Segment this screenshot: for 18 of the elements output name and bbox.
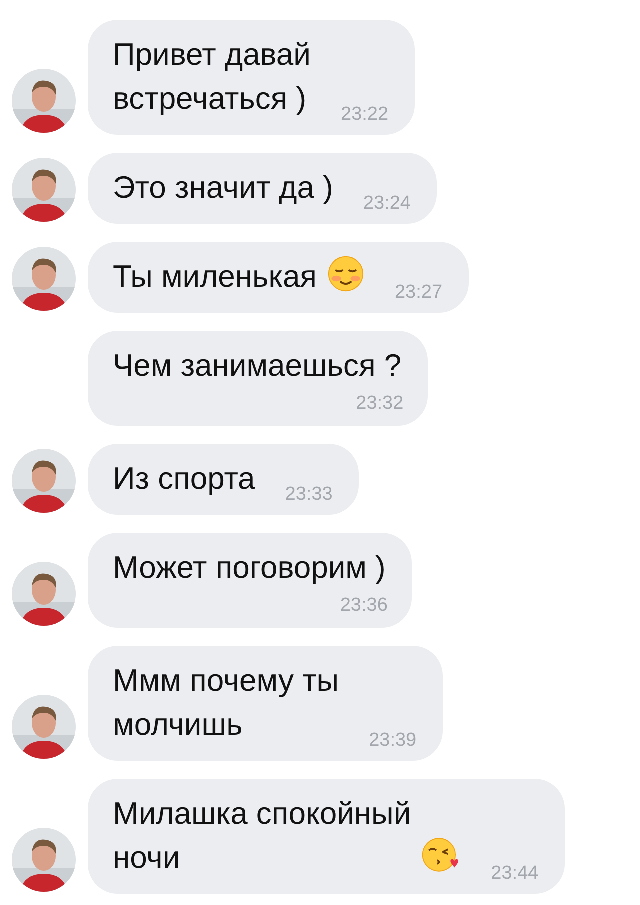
message-text: Чем занимаешься ? (113, 347, 402, 385)
message-time: 23:22 (341, 103, 389, 127)
message-time: 23:33 (285, 483, 333, 507)
message-text: Может поговорим ) (113, 549, 386, 587)
message-time: 23:27 (394, 281, 443, 305)
message-time: 23:32 (356, 392, 404, 416)
message-text: Из спорта (113, 460, 256, 498)
message-text: Ммм почему ты молчишь (113, 662, 340, 744)
message-text: Ты миленькая (113, 258, 317, 296)
message-time: 23:44 (491, 862, 539, 886)
blushing-face-icon (326, 255, 365, 293)
message-text: Это значит да ) (113, 169, 334, 207)
message-time: 23:24 (363, 192, 411, 216)
message-time: 23:39 (369, 729, 417, 753)
message-text: Милашка спокойный ночи (113, 795, 412, 877)
kissing-face-icon (421, 836, 462, 874)
message-time: 23:36 (340, 594, 388, 618)
message-text: Привет давай встречаться ) (113, 36, 311, 118)
